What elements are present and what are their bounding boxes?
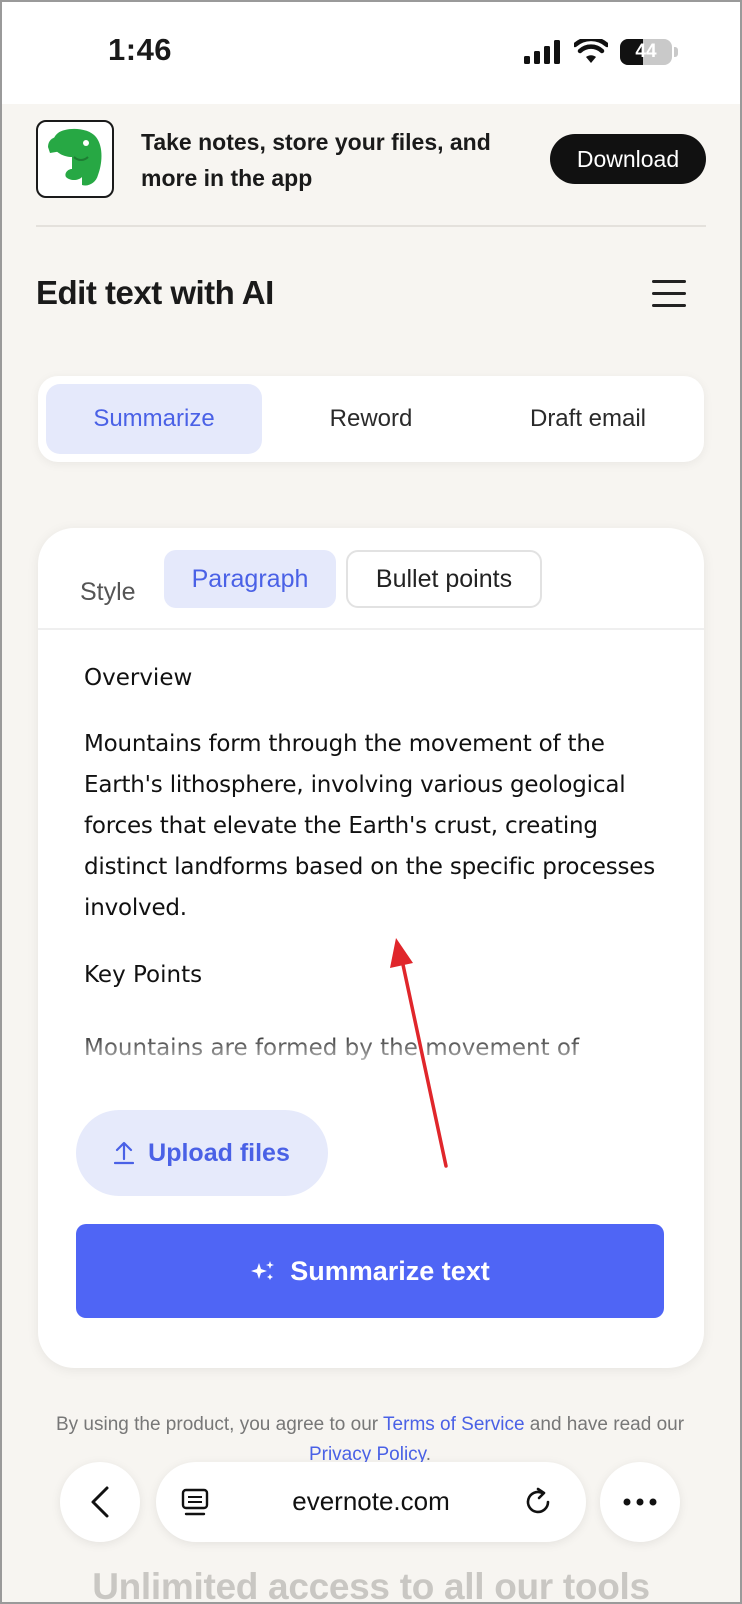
hamburger-menu-icon[interactable] [652, 280, 686, 310]
cellular-signal-icon [524, 40, 560, 64]
reload-icon[interactable] [522, 1486, 554, 1518]
style-label: Style [80, 578, 136, 606]
chevron-left-icon [91, 1486, 109, 1518]
legal-notice: By using the product, you agree to our T… [40, 1410, 700, 1470]
upload-files-button[interactable]: Upload files [76, 1110, 328, 1196]
banner-divider [36, 225, 706, 227]
card-divider [38, 628, 704, 630]
key-points-heading: Key Points [84, 962, 203, 988]
legal-prefix: By using the product, you agree to our [55, 1414, 384, 1435]
key-points-preview: Mountains are formed by the movement of [84, 1028, 664, 1072]
style-bullet-points-option[interactable]: Bullet points [346, 550, 542, 608]
status-time: 1:46 [108, 32, 173, 67]
battery-icon: 44 [620, 39, 672, 65]
address-bar[interactable]: evernote.com [156, 1462, 586, 1542]
battery-percent: 44 [635, 41, 657, 62]
sparkles-icon [251, 1261, 275, 1280]
summarize-text-button[interactable]: Summarize text [76, 1224, 664, 1318]
tab-reword[interactable]: Reword [263, 384, 479, 454]
mode-tabs: Summarize Reword Draft email [38, 376, 704, 462]
more-dots-icon [623, 1498, 657, 1506]
page-title: Edit text with AI [36, 274, 274, 311]
app-download-banner: Take notes, store your files, and more i… [0, 104, 742, 226]
summary-output: Overview Mountains form through the move… [84, 658, 664, 995]
overview-heading: Overview [84, 665, 193, 691]
battery-tip [674, 47, 678, 57]
upload-icon [114, 1141, 135, 1165]
key-points-text: Mountains are formed by the movement of [84, 1035, 580, 1061]
wifi-icon [574, 39, 608, 63]
download-button[interactable]: Download [550, 134, 706, 184]
more-options-button[interactable] [600, 1462, 680, 1542]
pricing-teaser: Unlimited access to all our tools [92, 1566, 650, 1604]
evernote-logo-icon [36, 120, 114, 198]
overview-text: Mountains form through the movement of t… [84, 731, 655, 921]
status-bar: 1:46 44 [0, 0, 742, 104]
summarize-card: Style Paragraph Bullet points Overview M… [38, 528, 704, 1368]
status-icons: 44 [524, 38, 678, 66]
banner-text: Take notes, store your files, and more i… [141, 129, 491, 191]
summarize-text-label: Summarize text [290, 1255, 490, 1286]
upload-files-label: Upload files [148, 1138, 290, 1167]
terms-of-service-link[interactable]: Terms of Service [383, 1414, 524, 1435]
tab-draft-email[interactable]: Draft email [480, 384, 696, 454]
style-paragraph-option[interactable]: Paragraph [164, 550, 336, 608]
tab-summarize[interactable]: Summarize [46, 384, 262, 454]
back-button[interactable] [60, 1462, 140, 1542]
legal-middle: and have read our [524, 1414, 685, 1435]
